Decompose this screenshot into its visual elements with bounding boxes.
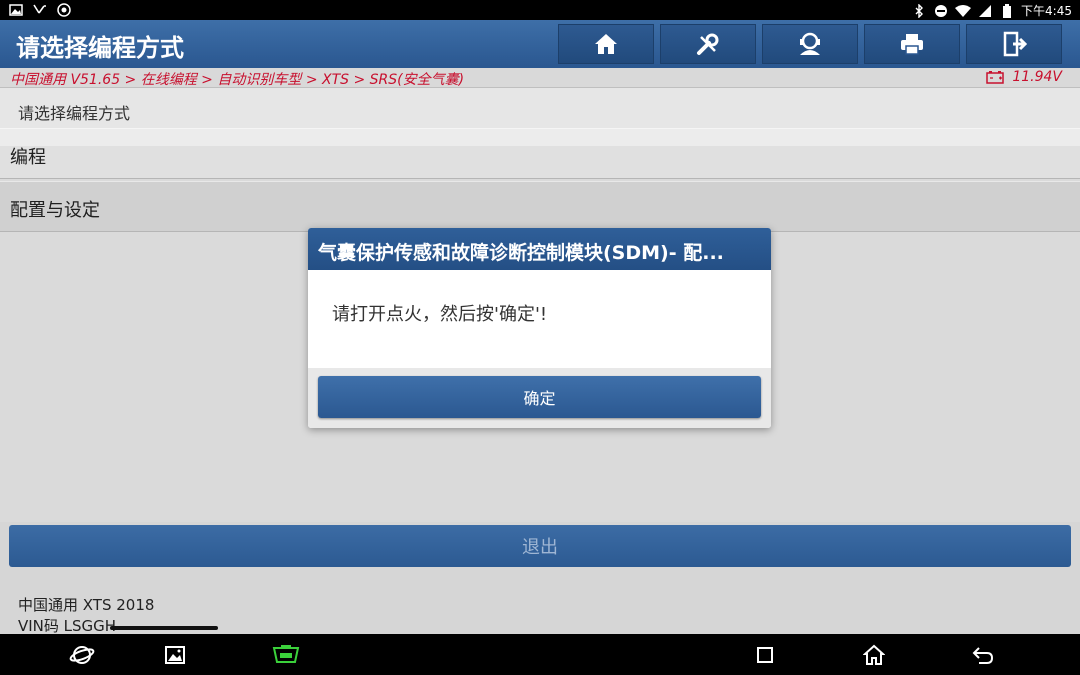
page-title: 请选择编程方式 [16,34,184,62]
gallery-button[interactable] [162,642,188,668]
home-button[interactable] [558,24,654,64]
vehicle-vin: VIN码 LSGGH [18,617,117,635]
exit-icon [1003,31,1027,57]
recent-apps-icon [757,647,773,663]
back-icon [972,647,994,664]
exit-bar: 退出 [0,522,1080,572]
section-label: 请选择编程方式 [18,104,131,123]
status-bar: 下午4:45 [0,0,1080,20]
user-button[interactable] [762,24,858,64]
vci-button[interactable] [271,642,301,668]
android-nav-bar [0,634,1080,675]
car-battery-icon [986,71,1005,84]
diagnostic-tools-button[interactable] [660,24,756,64]
user-icon [800,32,820,55]
ok-button[interactable]: 确定 [318,376,761,418]
dialog-message: 请打开点火，然后按'确定'! [332,304,548,325]
home-nav-button[interactable] [861,642,887,668]
browser-icon [69,646,95,664]
printer-icon [901,34,923,55]
dnd-icon [933,3,949,19]
voltage-value: 11.94V [1012,69,1062,85]
vin-redaction [110,626,218,630]
vehicle-model: 中国通用 XTS 2018 [18,596,155,614]
gallery-icon [165,646,185,664]
usb-icon [32,2,48,18]
dialog-footer: 确定 [308,368,771,428]
battery-voltage: 11.94V [986,69,1062,85]
battery-icon [999,3,1015,19]
app-header: 请选择编程方式 [0,20,1080,68]
vehicle-info: 中国通用 XTS 2018 VIN码 LSGGH [0,572,1080,635]
dialog-body: 请打开点火，然后按'确定'! [308,270,771,368]
toolbar [558,24,1062,64]
browser-button[interactable] [69,642,95,668]
recent-apps-button[interactable] [752,642,778,668]
vci-icon [272,645,300,663]
bluetooth-icon [911,3,927,19]
confirm-dialog: 气囊保护传感和故障诊断控制模块(SDM)- 配... 请打开点火，然后按'确定'… [308,228,771,428]
breadcrumb-bar: 中国通用 V51.65 > 在线编程 > 自动识别车型 > XTS > SRS(… [0,68,1080,88]
wifi-icon [955,3,972,19]
exit-button[interactable]: 退出 [9,525,1071,567]
settings-icon [56,2,72,18]
home-icon [595,34,617,54]
signal-icon [977,3,993,19]
dialog-title: 气囊保护传感和故障诊断控制模块(SDM)- 配... [308,228,771,270]
exit-app-button[interactable] [966,24,1062,64]
breadcrumb: 中国通用 V51.65 > 在线编程 > 自动识别车型 > XTS > SRS(… [10,72,465,88]
back-button[interactable] [970,642,996,668]
status-time: 下午4:45 [1021,4,1072,18]
image-icon [8,2,24,18]
print-button[interactable] [864,24,960,64]
home-nav-icon [863,644,885,665]
diagnostic-tools-icon [697,33,719,55]
